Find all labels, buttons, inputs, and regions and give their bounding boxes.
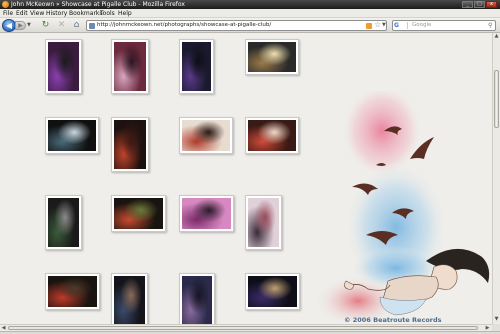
photo-image (114, 42, 146, 91)
menu-tools[interactable]: Tools (100, 9, 115, 18)
title-bar: John McKeown » Showcase at Pigalle Club … (0, 0, 500, 9)
photo-thumbnail[interactable] (111, 39, 149, 94)
photo-image (182, 120, 230, 151)
url-text[interactable]: http://johnmckeown.net/photographs/showc… (97, 21, 271, 30)
search-icon[interactable]: ⚲ (488, 22, 492, 29)
forward-icon[interactable]: ▶ (15, 21, 26, 30)
menu-history[interactable]: History (46, 9, 67, 18)
scroll-down-icon[interactable]: ▼ (493, 316, 500, 323)
photo-thumbnail[interactable] (179, 273, 215, 324)
navigation-toolbar: ◀ ▶ ▼ ↻ ✕ ⌂ http://johnmckeown.net/photo… (0, 18, 500, 33)
photo-thumbnail[interactable] (179, 195, 234, 232)
url-bar[interactable]: http://johnmckeown.net/photographs/showc… (86, 20, 387, 31)
copyright-text: © 2006 Beatroute Records (344, 316, 442, 324)
photo-image (248, 42, 296, 72)
home-icon[interactable]: ⌂ (71, 20, 82, 31)
photo-thumbnail[interactable] (245, 39, 299, 75)
photo-thumbnail[interactable] (45, 273, 100, 310)
photo-thumbnail[interactable] (45, 39, 82, 94)
photo-image (248, 198, 279, 247)
horizontal-scrollbar[interactable]: ◀ ▶ (0, 324, 492, 331)
horizontal-scroll-thumb[interactable] (8, 326, 478, 330)
search-bar[interactable]: G Google ⚲ (392, 20, 496, 31)
scroll-up-icon[interactable]: ▲ (493, 33, 500, 40)
photo-image (114, 120, 146, 169)
stop-icon[interactable]: ✕ (56, 20, 67, 31)
photo-thumbnail[interactable] (111, 195, 166, 232)
search-input[interactable]: Google (412, 21, 431, 30)
photo-thumbnail[interactable] (111, 273, 148, 324)
url-dropdown-icon[interactable]: ▼ (382, 21, 386, 30)
photo-thumbnail[interactable] (45, 117, 99, 154)
photo-image (48, 42, 79, 91)
reload-icon[interactable]: ↻ (40, 20, 51, 31)
close-button[interactable]: x (486, 1, 497, 8)
photo-thumbnail[interactable] (111, 117, 149, 172)
photo-image (248, 276, 297, 307)
firefox-icon (2, 1, 9, 8)
vertical-scroll-thumb[interactable] (494, 70, 499, 128)
photo-thumbnail[interactable] (45, 195, 82, 250)
star-icon[interactable]: ☆ (374, 20, 381, 29)
menu-edit[interactable]: Edit (16, 9, 28, 18)
photo-image (248, 120, 296, 151)
photo-image (48, 198, 79, 247)
photo-image (114, 276, 145, 324)
history-dropdown-icon[interactable]: ▼ (27, 22, 33, 29)
menu-view[interactable]: View (30, 9, 44, 18)
page-content: © 2006 Beatroute Records (0, 33, 492, 324)
search-engine-icon[interactable]: G (394, 22, 408, 29)
photo-thumbnail[interactable] (179, 39, 214, 94)
photo-thumbnail[interactable] (245, 195, 282, 250)
site-favicon-icon (89, 23, 95, 29)
illustration (316, 91, 490, 321)
photo-image (182, 42, 211, 91)
photo-thumbnail[interactable] (245, 273, 300, 310)
photo-image (48, 120, 96, 151)
menu-help[interactable]: Help (118, 9, 132, 18)
photo-image (48, 276, 97, 307)
maximize-button[interactable]: □ (474, 1, 485, 8)
photo-image (182, 198, 231, 229)
scroll-corner (492, 324, 500, 331)
back-icon[interactable]: ◀ (2, 19, 16, 32)
photo-thumbnail[interactable] (179, 117, 233, 154)
window-title: John McKeown » Showcase at Pigalle Club … (11, 1, 185, 8)
minimize-button[interactable]: _ (462, 1, 473, 8)
photo-image (182, 276, 212, 324)
photo-image (114, 198, 163, 229)
photo-thumbnail[interactable] (245, 117, 299, 154)
menu-bookmarks[interactable]: Bookmarks (69, 9, 103, 18)
rss-icon[interactable] (366, 23, 372, 29)
vertical-scrollbar[interactable]: ▲ ▼ (492, 33, 500, 324)
menu-file[interactable]: File (3, 9, 13, 18)
menu-bar: File Edit View History Bookmarks Tools H… (0, 9, 500, 18)
